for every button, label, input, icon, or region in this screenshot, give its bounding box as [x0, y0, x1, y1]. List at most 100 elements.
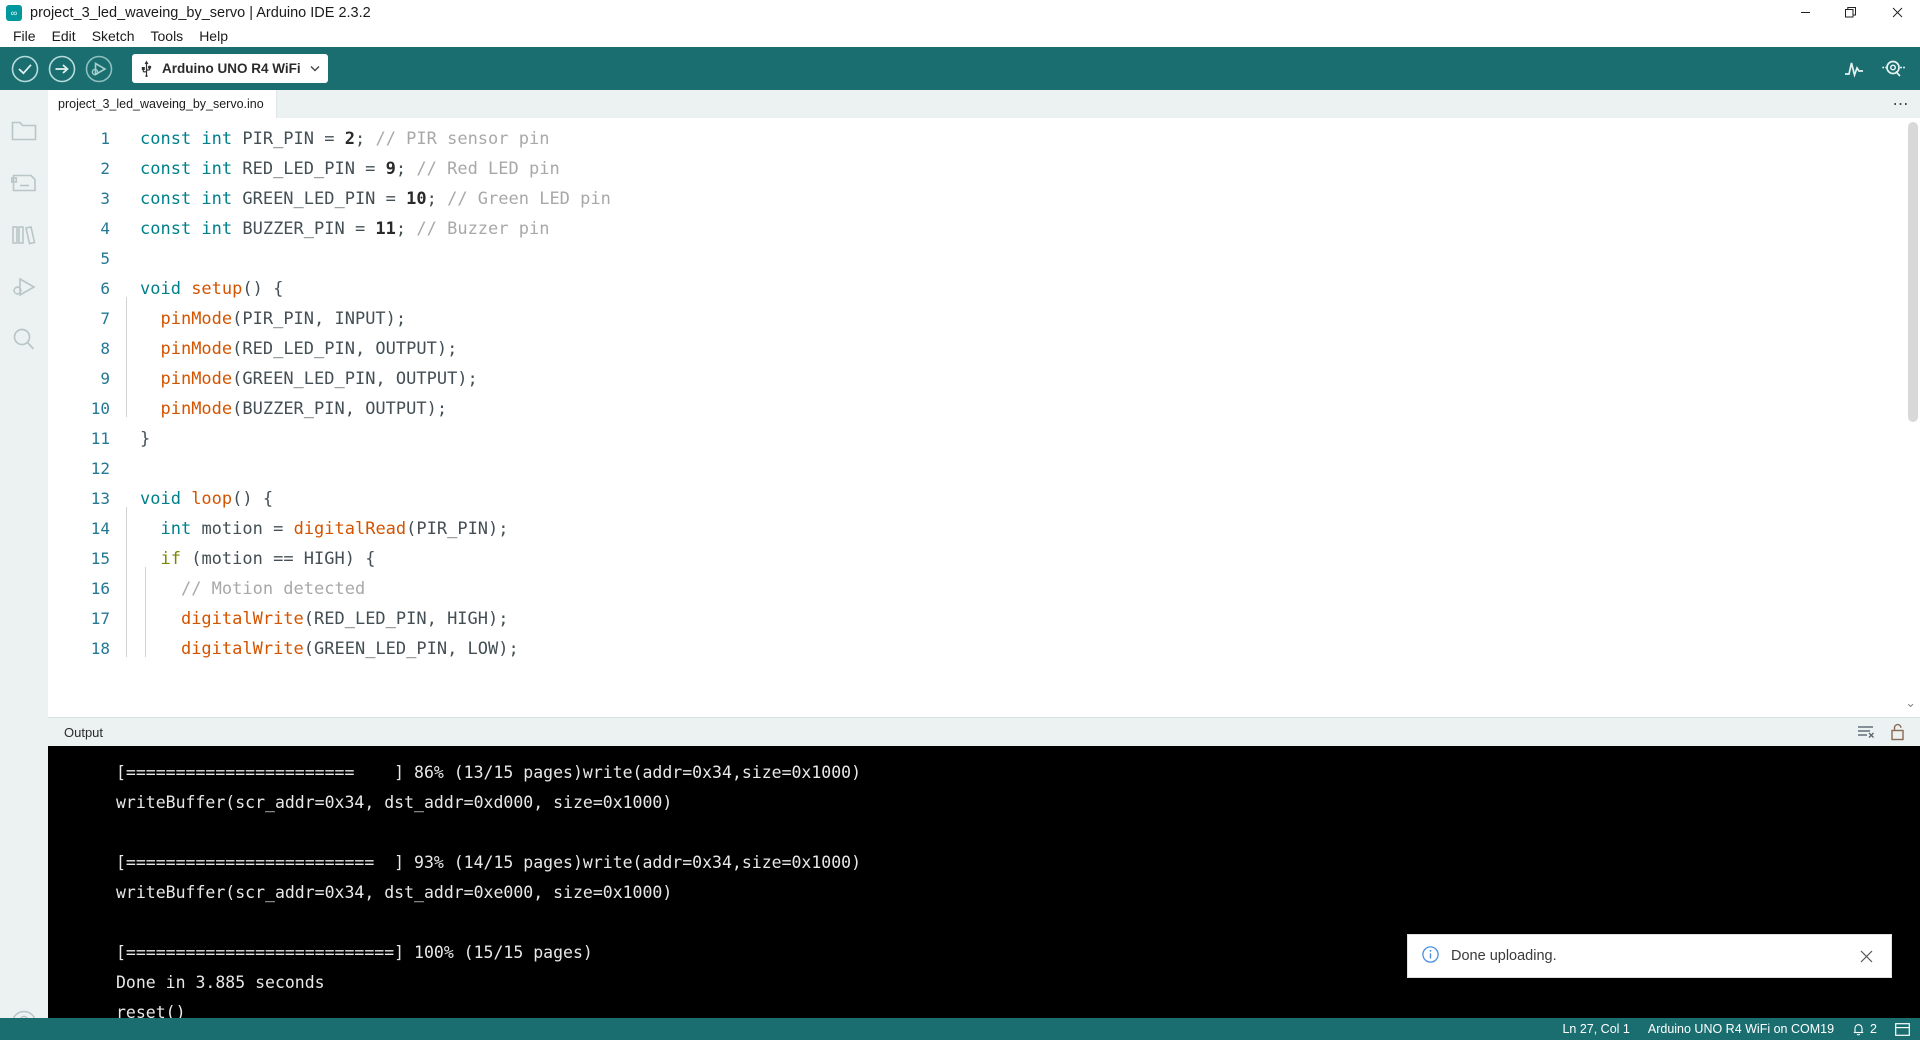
- close-button[interactable]: [1874, 0, 1920, 25]
- toolbar-right-actions: [1832, 47, 1910, 90]
- sidebar-item-search[interactable]: [0, 314, 48, 366]
- line-number: 3: [100, 189, 110, 208]
- indent-guide: [126, 297, 127, 327]
- indent-guide: [145, 627, 146, 657]
- code-token: const int: [140, 159, 243, 179]
- menu-file[interactable]: File: [5, 25, 44, 47]
- activity-bar: [0, 90, 48, 1040]
- code-token: const int: [140, 189, 243, 209]
- debug-button[interactable]: [82, 52, 116, 86]
- folder-icon: [11, 120, 37, 145]
- line-number: 18: [90, 639, 110, 658]
- code-line: 9 pinMode(GREEN_LED_PIN, OUTPUT);: [48, 357, 1920, 394]
- ellipsis-icon[interactable]: ⋯: [1888, 90, 1914, 118]
- code-token: (PIR_PIN, INPUT);: [232, 309, 407, 329]
- code-line-text: if (motion == HIGH) {: [126, 537, 375, 574]
- chevron-down-icon: [308, 65, 322, 72]
- board-selector[interactable]: Arduino UNO R4 WiFi: [132, 54, 328, 83]
- line-number: 12: [90, 459, 110, 478]
- code-line-text: pinMode(GREEN_LED_PIN, OUTPUT);: [126, 357, 478, 394]
- code-token: ;: [426, 189, 448, 209]
- menu-tools[interactable]: Tools: [143, 25, 192, 47]
- sidebar-item-library-manager[interactable]: [0, 210, 48, 262]
- code-token: }: [140, 429, 151, 449]
- status-board-port[interactable]: Arduino UNO R4 WiFi on COM19: [1648, 1022, 1834, 1036]
- code-line-text: int motion = digitalRead(PIR_PIN);: [126, 507, 509, 544]
- serial-monitor-button[interactable]: [1876, 52, 1910, 86]
- menu-edit[interactable]: Edit: [44, 25, 84, 47]
- code-line: 17 digitalWrite(RED_LED_PIN, HIGH);: [48, 597, 1920, 634]
- notifications-count: 2: [1870, 1022, 1877, 1036]
- code-line-text: pinMode(BUZZER_PIN, OUTPUT);: [126, 387, 447, 424]
- code-token: // Red LED pin: [416, 159, 560, 179]
- code-line-text: void setup() {: [126, 274, 283, 304]
- bell-icon: [1852, 1022, 1865, 1036]
- close-icon[interactable]: [1855, 945, 1877, 967]
- status-notifications[interactable]: 2: [1852, 1022, 1877, 1036]
- code-token: BUZZER_PIN =: [242, 219, 376, 239]
- menu-sketch[interactable]: Sketch: [84, 25, 143, 47]
- search-icon: [11, 327, 37, 354]
- window-controls: [1782, 0, 1920, 25]
- code-token: int: [160, 519, 202, 539]
- code-token: // Green LED pin: [447, 189, 611, 209]
- code-token: pinMode: [160, 369, 233, 389]
- upload-button[interactable]: [45, 52, 79, 86]
- workbench-body: project_3_led_waveing_by_servo.ino ⋯ 1 co…: [0, 90, 1920, 1040]
- main-toolbar: Arduino UNO R4 WiFi: [0, 47, 1920, 90]
- code-line: 2 const int RED_LED_PIN = 9; // Red LED p…: [48, 154, 1920, 184]
- editor-vertical-scrollbar[interactable]: [1906, 118, 1920, 717]
- unlock-scroll-icon[interactable]: [1889, 723, 1906, 741]
- menu-help[interactable]: Help: [191, 25, 236, 47]
- panel-tab-output[interactable]: Output: [58, 725, 109, 740]
- indent-guide: [126, 627, 127, 657]
- line-number: 11: [90, 429, 110, 448]
- code-line-text: digitalWrite(GREEN_LED_PIN, LOW);: [126, 627, 519, 664]
- code-line: 18 digitalWrite(GREEN_LED_PIN, LOW);: [48, 627, 1920, 664]
- board-port-label: Arduino UNO R4 WiFi on COM19: [1647, 1022, 1835, 1036]
- library-icon: [11, 224, 37, 249]
- indent-guide: [145, 567, 146, 597]
- clear-output-icon[interactable]: [1857, 724, 1875, 740]
- output-panel-actions: [1857, 718, 1906, 746]
- serial-plotter-button[interactable]: [1837, 52, 1871, 86]
- indent-guide: [145, 597, 146, 627]
- sidebar-item-boards-manager[interactable]: [0, 158, 48, 210]
- status-panel-toggle[interactable]: [1895, 1022, 1910, 1036]
- line-number: 8: [100, 339, 110, 358]
- code-line-text: const int GREEN_LED_PIN = 10; // Green L…: [126, 184, 611, 214]
- code-line-text: const int RED_LED_PIN = 9; // Red LED pi…: [126, 154, 560, 184]
- notification-message: Done uploading.: [1451, 948, 1557, 964]
- board-icon: [11, 172, 37, 197]
- code-token: 9: [385, 159, 396, 179]
- indent-guide: [126, 327, 127, 357]
- editor-tab-active[interactable]: project_3_led_waveing_by_servo.ino: [48, 90, 277, 118]
- code-line: 4 const int BUZZER_PIN = 11; // Buzzer pi…: [48, 214, 1920, 244]
- console-line: [========================= ] 93% (14/15 …: [116, 853, 862, 872]
- code-token: const int: [140, 219, 243, 239]
- source-code: 1 const int PIR_PIN = 2; // PIR sensor pi…: [48, 118, 1920, 664]
- output-console[interactable]: [======================= ] 86% (13/15 pa…: [48, 746, 1920, 1040]
- line-number: 5: [100, 249, 110, 268]
- maximize-restore-button[interactable]: [1828, 0, 1874, 25]
- sidebar-item-debug[interactable]: [0, 262, 48, 314]
- editor-scroll-thumb[interactable]: [1908, 122, 1918, 422]
- line-number: 1: [100, 129, 110, 148]
- sidebar-item-sketchbook[interactable]: [0, 106, 48, 158]
- line-number: 13: [90, 489, 110, 508]
- status-cursor-position[interactable]: Ln 27, Col 1: [1562, 1022, 1629, 1036]
- minimize-button[interactable]: [1782, 0, 1828, 25]
- code-line-text: digitalWrite(RED_LED_PIN, HIGH);: [126, 597, 508, 634]
- code-line: 15 if (motion == HIGH) {: [48, 537, 1920, 574]
- indent-guide: [126, 537, 127, 567]
- info-circle-icon: [1422, 946, 1439, 966]
- code-token: void: [140, 489, 192, 509]
- code-editor[interactable]: 1 const int PIR_PIN = 2; // PIR sensor pi…: [48, 118, 1920, 717]
- verify-button[interactable]: [8, 52, 42, 86]
- indent-guide: [126, 507, 127, 537]
- code-line-text: const int BUZZER_PIN = 11; // Buzzer pin: [126, 214, 549, 244]
